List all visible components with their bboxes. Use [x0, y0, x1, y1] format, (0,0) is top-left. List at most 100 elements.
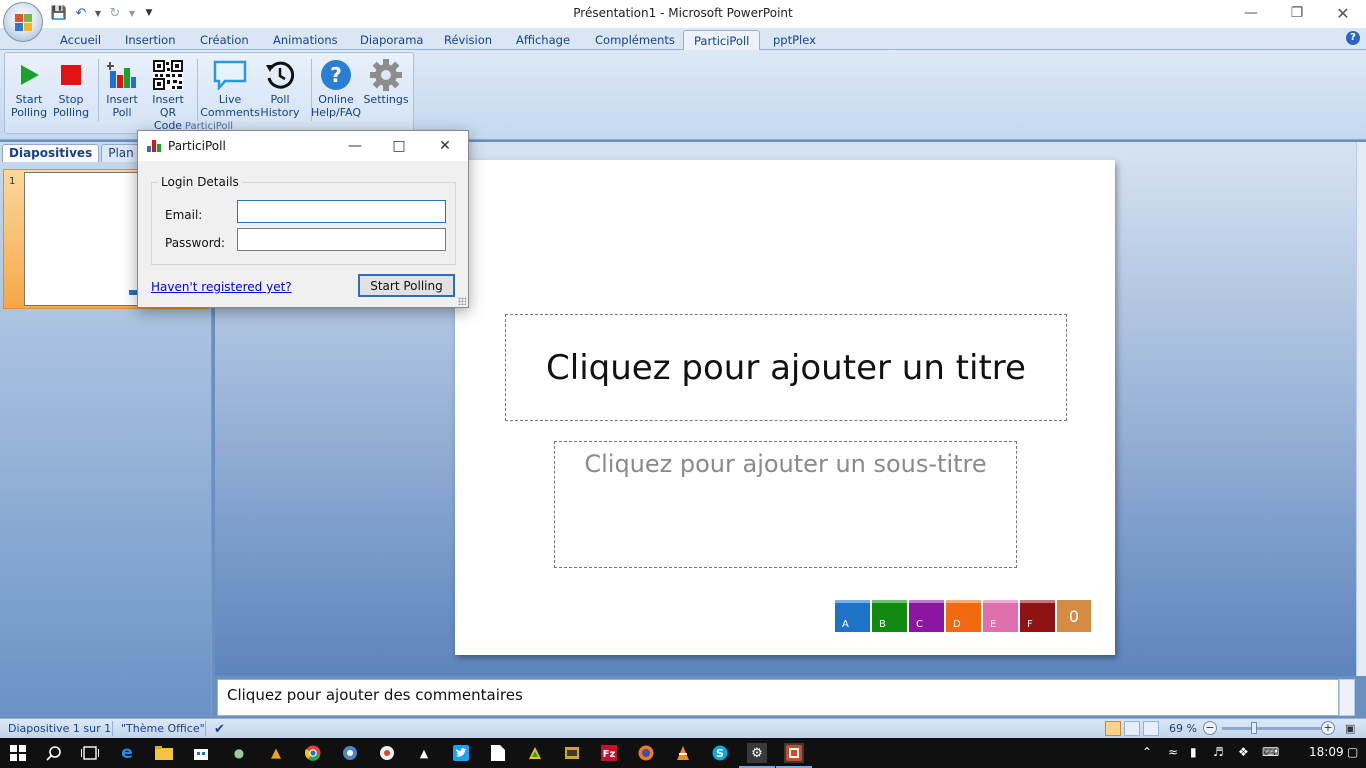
zoom-slider[interactable] [1222, 727, 1322, 730]
register-link[interactable]: Haven't registered yet? [151, 280, 292, 294]
tab-animations[interactable]: Animations [265, 30, 346, 50]
poll-option-f: F [1020, 600, 1055, 632]
status-bar: Diapositive 1 sur 1 "Thème Office" ✔ 69 … [0, 718, 1366, 738]
filezilla-icon[interactable]: Fz [599, 743, 619, 763]
resize-grip[interactable] [458, 297, 466, 305]
poll-option-letter: D [953, 619, 961, 630]
zoom-in-button[interactable]: + [1321, 721, 1335, 735]
zoom-level[interactable]: 69 % [1169, 722, 1197, 735]
slide-canvas[interactable]: Cliquez pour ajouter un titre Cliquez po… [455, 160, 1115, 655]
vlc-icon[interactable] [673, 743, 693, 763]
app-icon[interactable] [562, 743, 582, 763]
skype-icon[interactable]: S [710, 743, 730, 763]
slide-sorter-view-button[interactable] [1124, 721, 1140, 736]
fit-to-window-icon[interactable]: ▣ [1345, 722, 1355, 735]
tab-participoll[interactable]: ParticiPoll [683, 30, 761, 50]
notes-pane[interactable]: Cliquez pour ajouter des commentaires [217, 679, 1339, 716]
insert-poll-button[interactable]: Insert Poll [99, 57, 145, 119]
poll-option-letter: A [842, 619, 849, 630]
start-polling-dialog-button[interactable]: Start Polling [358, 274, 455, 297]
tab-affichage[interactable]: Affichage [508, 30, 578, 50]
battery-icon[interactable]: ▮ [1190, 745, 1197, 759]
theme-name: "Thème Office" [121, 722, 205, 735]
app-icon[interactable] [377, 743, 397, 763]
participoll-group: Start Polling Stop Polling Insert Poll I… [4, 52, 414, 134]
stop-polling-button[interactable]: Stop Polling [48, 57, 94, 119]
tab-complements[interactable]: Compléments [587, 30, 683, 50]
tab-diapositives[interactable]: Diapositives [2, 144, 100, 162]
notes-scrollbar[interactable] [1339, 679, 1355, 716]
tab-plan[interactable]: Plan [101, 144, 141, 162]
notifications-icon[interactable]: ▢ [1347, 745, 1358, 759]
store-icon[interactable] [191, 743, 211, 763]
app-icon[interactable]: ▲ [266, 743, 286, 763]
settings-taskbar-icon[interactable]: ⚙ [747, 743, 767, 763]
wifi-icon[interactable]: ≈ [1168, 745, 1178, 759]
twitter-icon[interactable] [451, 743, 471, 763]
poll-option-a: A [835, 600, 870, 632]
restore-button[interactable]: ❐ [1274, 0, 1320, 26]
title-placeholder[interactable]: Cliquez pour ajouter un titre [505, 314, 1067, 421]
slideshow-view-button[interactable] [1143, 721, 1159, 736]
zoom-slider-thumb[interactable] [1251, 722, 1257, 734]
windows-start-icon[interactable] [8, 743, 28, 763]
history-icon [263, 57, 297, 93]
live-comments-button[interactable]: Live Comments [200, 57, 260, 119]
settings-button[interactable]: Settings [363, 57, 409, 106]
poll-results-bar[interactable]: A B C D E F 0 [835, 600, 1091, 632]
dialog-minimize-button[interactable]: — [332, 131, 378, 161]
zoom-out-button[interactable]: − [1203, 721, 1217, 735]
slide-info: Diapositive 1 sur 1 [8, 722, 112, 735]
tab-insertion[interactable]: Insertion [117, 30, 184, 50]
tab-creation[interactable]: Création [192, 30, 257, 50]
play-icon [12, 57, 46, 93]
dialog-maximize-button[interactable]: □ [376, 131, 422, 161]
chevron-up-icon[interactable]: ⌃ [1142, 745, 1152, 759]
office-button[interactable] [3, 2, 43, 42]
tab-accueil[interactable]: Accueil [52, 30, 109, 50]
close-button[interactable]: ✕ [1320, 0, 1366, 26]
poll-history-button[interactable]: Poll History [257, 57, 303, 119]
comment-icon [213, 57, 247, 93]
powerpoint-taskbar-icon[interactable] [784, 743, 804, 763]
normal-view-button[interactable] [1105, 721, 1121, 736]
ribbon-separator [197, 59, 198, 121]
participoll-logo-icon [147, 140, 161, 152]
poll-option-e: E [983, 600, 1018, 632]
minimize-button[interactable]: — [1228, 0, 1274, 26]
clock[interactable]: 18:09 [1309, 745, 1344, 759]
online-help-button[interactable]: ? Online Help/FAQ [311, 57, 361, 119]
password-field[interactable] [237, 228, 446, 251]
volume-icon[interactable]: ♬ [1213, 745, 1224, 759]
edge-icon[interactable]: e [117, 743, 137, 763]
task-view-icon[interactable] [80, 743, 100, 763]
email-field[interactable] [237, 200, 446, 223]
help-icon[interactable]: ? [1346, 31, 1360, 45]
email-label: Email: [165, 208, 203, 222]
app-icon[interactable] [525, 743, 545, 763]
poll-option-letter: E [990, 619, 997, 630]
dialog-close-button[interactable]: ✕ [422, 131, 468, 161]
spell-check-icon[interactable]: ✔ [214, 722, 225, 737]
file-explorer-icon[interactable] [154, 743, 174, 763]
login-details-group [151, 182, 456, 265]
firefox-icon[interactable] [636, 743, 656, 763]
chrome-icon[interactable] [303, 743, 323, 763]
gimp-icon[interactable]: ● [229, 743, 249, 763]
poll-option-c: C [909, 600, 944, 632]
dialog-title: ParticiPoll [168, 139, 226, 153]
search-icon[interactable] [44, 743, 64, 763]
app-icon[interactable] [340, 743, 360, 763]
start-polling-button[interactable]: Start Polling [6, 57, 52, 119]
subtitle-placeholder[interactable]: Cliquez pour ajouter un sous-titre [554, 441, 1017, 568]
qr-code-icon [151, 57, 185, 93]
tab-diaporama[interactable]: Diaporama [352, 30, 431, 50]
app-icon[interactable]: ▲ [414, 743, 434, 763]
document-icon[interactable] [488, 743, 508, 763]
tab-pptplex[interactable]: pptPlex [765, 30, 824, 50]
dropbox-icon[interactable]: ❖ [1238, 745, 1249, 759]
slide-vertical-scrollbar[interactable] [1356, 142, 1366, 676]
keyboard-icon[interactable]: ⌨ [1262, 745, 1279, 759]
svg-text:?: ? [330, 63, 342, 87]
tab-revision[interactable]: Révision [436, 30, 500, 50]
